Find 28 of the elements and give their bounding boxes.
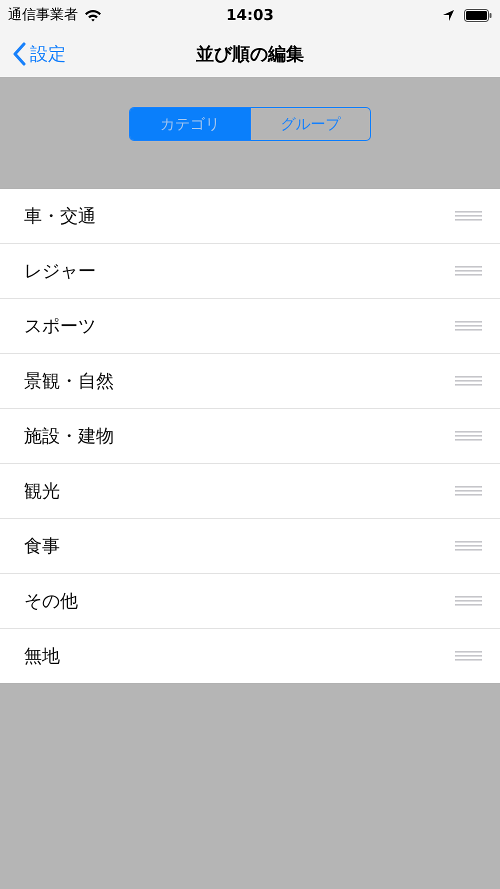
- category-label: その他: [24, 590, 78, 613]
- back-button[interactable]: 設定: [0, 42, 66, 66]
- reorder-handle-icon[interactable]: [455, 596, 482, 606]
- segment-tab[interactable]: グループ: [250, 108, 370, 140]
- location-arrow-icon: [443, 10, 454, 20]
- reorder-handle-icon[interactable]: [455, 321, 482, 331]
- clock-time: 14:03: [226, 6, 274, 24]
- battery-icon: [464, 8, 492, 22]
- reorder-handle-icon[interactable]: [455, 431, 482, 441]
- category-label: 施設・建物: [24, 425, 114, 448]
- reorder-handle-icon[interactable]: [455, 651, 482, 661]
- carrier-name: 通信事業者: [8, 6, 78, 24]
- segment-tab[interactable]: カテゴリ: [130, 108, 250, 140]
- reorder-handle-icon[interactable]: [455, 266, 482, 276]
- category-label: レジャー: [24, 260, 96, 283]
- reorder-handle-icon[interactable]: [455, 376, 482, 386]
- category-label: 観光: [24, 480, 60, 503]
- category-label: 無地: [24, 645, 60, 668]
- reorder-handle-icon[interactable]: [455, 541, 482, 551]
- wifi-icon: [84, 8, 102, 22]
- chevron-left-icon: [12, 42, 26, 66]
- screen-title: 並び順の編集: [196, 42, 304, 66]
- category-label: 車・交通: [24, 205, 96, 228]
- reorder-handle-icon[interactable]: [455, 486, 482, 496]
- category-label: スポーツ: [24, 315, 96, 338]
- reorder-handle-icon[interactable]: [455, 211, 482, 221]
- category-label: 景観・自然: [24, 370, 114, 393]
- category-label: 食事: [24, 535, 60, 558]
